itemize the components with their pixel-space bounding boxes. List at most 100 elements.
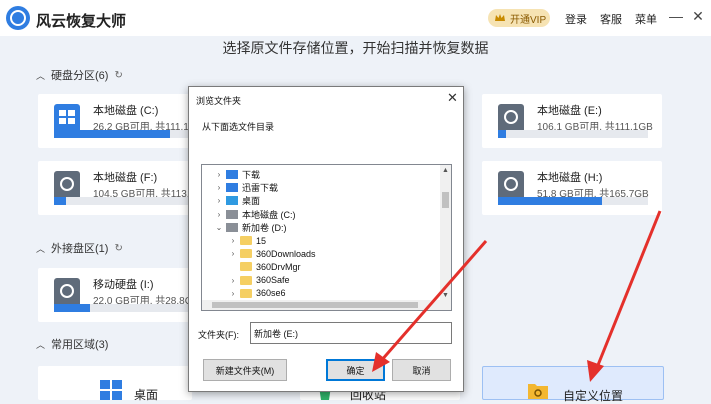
expand-toggle-icon[interactable]: ›: [214, 183, 224, 192]
common-area-custom-location[interactable]: 自定义位置: [482, 366, 664, 403]
usage-bar: [54, 304, 204, 312]
expand-toggle-icon[interactable]: ›: [228, 289, 238, 298]
common-area-label: 桌面: [134, 388, 159, 402]
vertical-scrollbar[interactable]: ▲ ▼: [440, 165, 451, 310]
tree-item[interactable]: › 360Downloads: [228, 247, 316, 260]
expand-toggle-icon[interactable]: ›: [228, 249, 238, 258]
refresh-icon[interactable]: ↻: [114, 70, 122, 81]
folder-search-icon: [528, 384, 548, 399]
common-area-desktop[interactable]: 桌面: [38, 366, 192, 402]
partition-card-c[interactable]: 本地磁盘 (C:) 26.2 GB可用, 共111.1GB: [38, 94, 204, 148]
vip-label: 开通VIP: [510, 14, 547, 26]
tree-item[interactable]: › 15: [228, 234, 266, 247]
login-link[interactable]: 登录: [565, 11, 587, 27]
external-drive-card-i[interactable]: 移动硬盘 (I:) 22.0 GB可用, 共28.8GB: [38, 268, 204, 322]
chevron-up-icon: ︿: [36, 70, 46, 81]
folder-icon: [240, 275, 252, 285]
folder-field[interactable]: 新加卷 (E:): [250, 322, 452, 344]
browse-folder-dialog: 浏览文件夹 ✕ 从下面选文件目录 › 下载 › 迅雷下载 › 桌面 › 本地磁盘 (C:) ⌄ 新…: [188, 86, 464, 392]
tree-item-label: 新加卷 (D:): [242, 222, 287, 233]
page-headline: 选择原文件存储位置，开始扫描并恢复数据: [222, 40, 489, 56]
usage-bar-fill: [54, 130, 170, 138]
common-area-label: 自定义位置: [563, 389, 624, 403]
common-section-title: 常用区域(3): [51, 339, 109, 351]
partition-card-e[interactable]: 本地磁盘 (E:) 106.1 GB可用, 共111.1GB: [482, 94, 662, 148]
expand-toggle-icon[interactable]: ›: [214, 210, 224, 219]
partition-card-f[interactable]: 本地磁盘 (F:) 104.5 GB可用, 共113.3GB: [38, 161, 210, 215]
usage-bar-fill: [498, 197, 602, 205]
expand-toggle-icon[interactable]: ⌄: [214, 223, 224, 232]
expand-toggle-icon[interactable]: ›: [214, 196, 224, 205]
tree-item[interactable]: › 本地磁盘 (C:): [214, 208, 296, 221]
partition-name: 本地磁盘 (H:): [537, 172, 603, 184]
tree-item-label: 桌面: [242, 196, 261, 207]
tree-item-label: 360DrvMgr: [256, 261, 301, 272]
tree-item-label: 360se6: [256, 288, 286, 299]
folder-icon: [240, 249, 252, 259]
usage-bar-fill: [498, 130, 506, 138]
arrow-to-custom-location: [594, 210, 662, 371]
expand-toggle-icon[interactable]: ›: [214, 170, 224, 179]
tree-item[interactable]: › 360se6: [228, 287, 286, 300]
ok-button[interactable]: 确定: [326, 359, 385, 381]
tree-item[interactable]: › 桌面: [214, 194, 260, 207]
app-title: 风云恢复大师: [36, 13, 127, 30]
partition-card-h[interactable]: 本地磁盘 (H:) 51.8 GB可用, 共165.7GB: [482, 161, 662, 215]
dialog-close-button[interactable]: ✕: [447, 90, 458, 106]
tree-item[interactable]: › 迅雷下载: [214, 181, 278, 194]
usage-bar-fill: [54, 197, 66, 205]
expand-toggle-icon[interactable]: ›: [228, 236, 238, 245]
usage-bar-fill: [54, 304, 90, 312]
tree-item[interactable]: ⌄ 新加卷 (D:): [214, 221, 287, 234]
common-section-header[interactable]: ︿ 常用区域(3): [36, 336, 108, 352]
new-folder-button[interactable]: 新建文件夹(M): [203, 359, 287, 381]
close-button[interactable]: ✕: [690, 8, 706, 24]
scrollbar-thumb[interactable]: [212, 302, 418, 308]
tree-item-label: 360Downloads: [256, 248, 316, 259]
cancel-button[interactable]: 取消: [392, 359, 451, 381]
usage-bar: [54, 130, 204, 138]
scroll-down-arrow[interactable]: ▼: [440, 292, 451, 299]
crown-icon: [495, 14, 505, 21]
chevron-up-icon: ︿: [36, 339, 46, 350]
usage-bar: [498, 130, 648, 138]
drive-name: 移动硬盘 (I:): [93, 279, 154, 291]
thunder-icon: [226, 183, 238, 193]
partitions-section-title: 硬盘分区(6): [51, 70, 109, 82]
menu-link[interactable]: 菜单: [635, 11, 657, 27]
tree-item-label: 下载: [242, 170, 261, 180]
usage-bar: [54, 197, 204, 205]
tree-item[interactable]: 360DrvMgr: [228, 260, 301, 273]
folder-icon: [240, 288, 252, 298]
expand-toggle-icon[interactable]: ›: [228, 276, 238, 285]
refresh-icon[interactable]: ↻: [114, 243, 122, 254]
dialog-description: 从下面选文件目录: [202, 122, 275, 132]
app-logo-icon: [6, 6, 30, 30]
chevron-up-icon: ︿: [36, 243, 46, 254]
external-section-title: 外接盘区(1): [51, 243, 109, 255]
tree-item-label: 360Safe: [256, 275, 290, 286]
partition-name: 本地磁盘 (E:): [537, 105, 602, 117]
scroll-up-arrow[interactable]: ▲: [440, 167, 451, 174]
tree-item-label: 迅雷下载: [242, 183, 279, 194]
horizontal-scrollbar[interactable]: [202, 300, 442, 310]
usage-bar: [498, 197, 648, 205]
minimize-button[interactable]: —: [668, 8, 684, 24]
folder-icon: [240, 262, 252, 272]
tree-item[interactable]: › 下载: [214, 168, 260, 181]
scrollbar-thumb[interactable]: [442, 192, 449, 208]
partition-name: 本地磁盘 (F:): [93, 172, 158, 184]
windows-icon: [100, 380, 122, 400]
service-link[interactable]: 客服: [600, 11, 622, 27]
folder-field-label: 文件夹(F):: [198, 330, 239, 340]
tree-item-label: 本地磁盘 (C:): [242, 209, 296, 220]
drive-icon: [226, 222, 238, 232]
download-icon: [226, 170, 238, 179]
folder-tree[interactable]: › 下载 › 迅雷下载 › 桌面 › 本地磁盘 (C:) ⌄ 新加卷 (D:) › 15 › 360Dow…: [201, 164, 452, 311]
tree-item[interactable]: › 360Safe: [228, 274, 290, 287]
vip-button[interactable]: 开通VIP: [488, 9, 550, 27]
dialog-title: 浏览文件夹: [196, 96, 242, 106]
drive-icon: [226, 209, 238, 219]
external-section-header[interactable]: ︿ 外接盘区(1) ↻: [36, 240, 123, 256]
partitions-section-header[interactable]: ︿ 硬盘分区(6) ↻: [36, 67, 123, 83]
